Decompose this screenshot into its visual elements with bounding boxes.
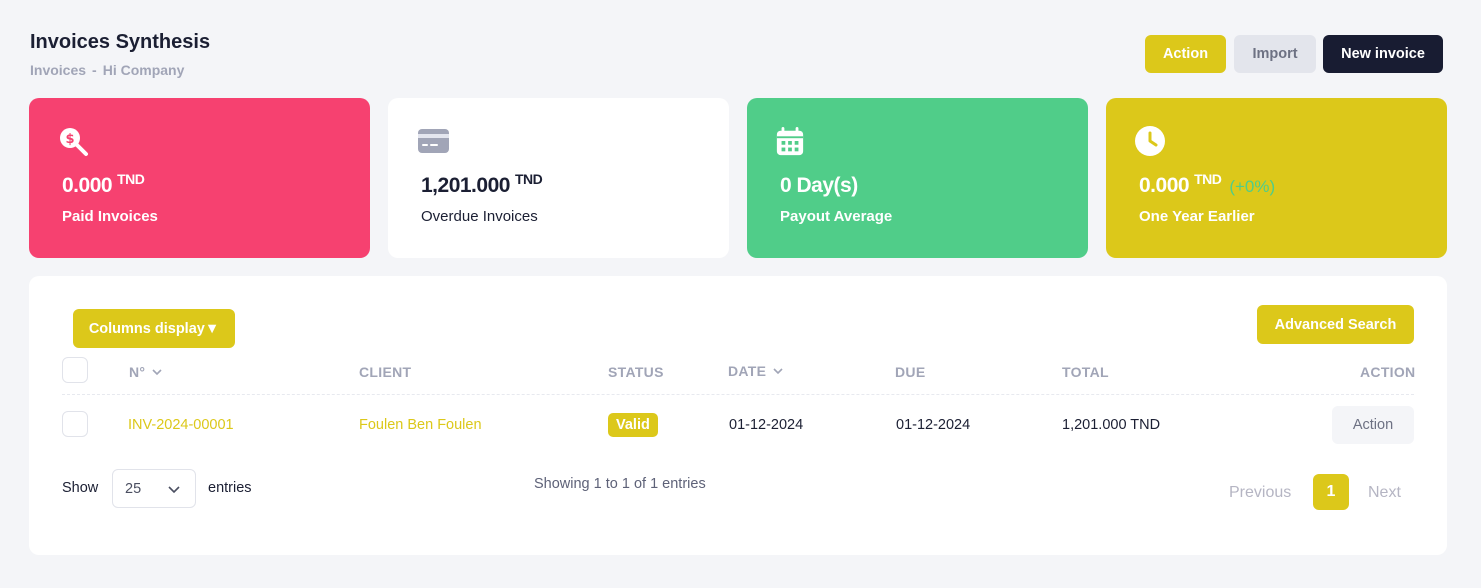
svg-text:$: $ xyxy=(65,132,74,147)
overdue-invoices-card: 1,201.000 TND Overdue Invoices xyxy=(388,98,729,258)
chevron-down-icon xyxy=(773,368,783,375)
column-header-action: ACTION xyxy=(1360,364,1416,380)
page-size-value: 25 xyxy=(125,480,142,497)
row-checkbox[interactable] xyxy=(62,411,88,437)
payout-average-label: Payout Average xyxy=(780,208,893,225)
column-header-status[interactable]: STATUS xyxy=(608,364,664,380)
breadcrumb-item-invoices[interactable]: Invoices xyxy=(30,62,86,78)
overdue-invoices-label: Overdue Invoices xyxy=(421,208,538,225)
search-dollar-icon: $ xyxy=(57,125,89,157)
column-header-client[interactable]: CLIENT xyxy=(359,364,411,380)
breadcrumb-item-company[interactable]: Hi Company xyxy=(103,62,185,78)
entries-label: entries xyxy=(208,480,252,496)
show-label: Show xyxy=(62,480,99,496)
calendar-icon xyxy=(775,125,807,157)
paid-invoices-card: $ 0.000 TND Paid Invoices xyxy=(29,98,370,258)
columns-display-button[interactable]: Columns display▼ xyxy=(73,309,235,348)
breadcrumb-separator: - xyxy=(92,62,97,78)
client-link[interactable]: Foulen Ben Foulen xyxy=(359,417,482,433)
table-header-divider xyxy=(62,394,1414,395)
pagination-page-1[interactable]: 1 xyxy=(1313,474,1349,510)
chevron-down-icon xyxy=(152,369,162,376)
invoices-table-panel xyxy=(29,276,1447,555)
overdue-invoices-value: 1,201.000 TND xyxy=(421,171,543,197)
breadcrumb: Invoices - Hi Company xyxy=(30,62,184,78)
column-header-total[interactable]: TOTAL xyxy=(1062,364,1109,380)
column-header-date[interactable]: DATE xyxy=(728,363,784,379)
advanced-search-button[interactable]: Advanced Search xyxy=(1257,305,1414,344)
clock-icon xyxy=(1134,125,1166,157)
credit-card-icon xyxy=(416,125,449,157)
page-size-select[interactable]: 25 xyxy=(112,469,196,508)
one-year-earlier-card: 0.000 TND (+0%) One Year Earlier xyxy=(1106,98,1447,258)
pagination-next[interactable]: Next xyxy=(1368,484,1401,502)
invoice-due-date: 01-12-2024 xyxy=(896,417,971,433)
import-button[interactable]: Import xyxy=(1234,35,1316,73)
payout-average-value: 0 Day(s) xyxy=(780,174,858,197)
showing-entries-text: Showing 1 to 1 of 1 entries xyxy=(534,476,706,492)
one-year-earlier-delta: (+0%) xyxy=(1229,177,1276,196)
paid-invoices-label: Paid Invoices xyxy=(62,208,158,225)
one-year-earlier-value: 0.000 TND (+0%) xyxy=(1139,171,1276,197)
select-all-checkbox[interactable] xyxy=(62,357,88,383)
payout-average-card: 0 Day(s) Payout Average xyxy=(747,98,1088,258)
chevron-down-icon xyxy=(168,485,180,493)
action-button[interactable]: Action xyxy=(1145,35,1226,73)
page-title: Invoices Synthesis xyxy=(30,31,211,53)
column-header-number[interactable]: N° xyxy=(129,364,163,380)
status-badge: Valid xyxy=(608,413,658,437)
new-invoice-button[interactable]: New invoice xyxy=(1323,35,1443,73)
invoice-total: 1,201.000 TND xyxy=(1062,417,1161,433)
invoice-date: 01-12-2024 xyxy=(729,417,804,433)
one-year-earlier-label: One Year Earlier xyxy=(1139,208,1255,225)
column-header-due[interactable]: DUE xyxy=(895,364,925,380)
invoice-number-link[interactable]: INV-2024-00001 xyxy=(128,417,234,433)
row-action-button[interactable]: Action xyxy=(1332,406,1414,444)
paid-invoices-value: 0.000 TND xyxy=(62,171,145,197)
pagination-previous[interactable]: Previous xyxy=(1229,484,1291,502)
